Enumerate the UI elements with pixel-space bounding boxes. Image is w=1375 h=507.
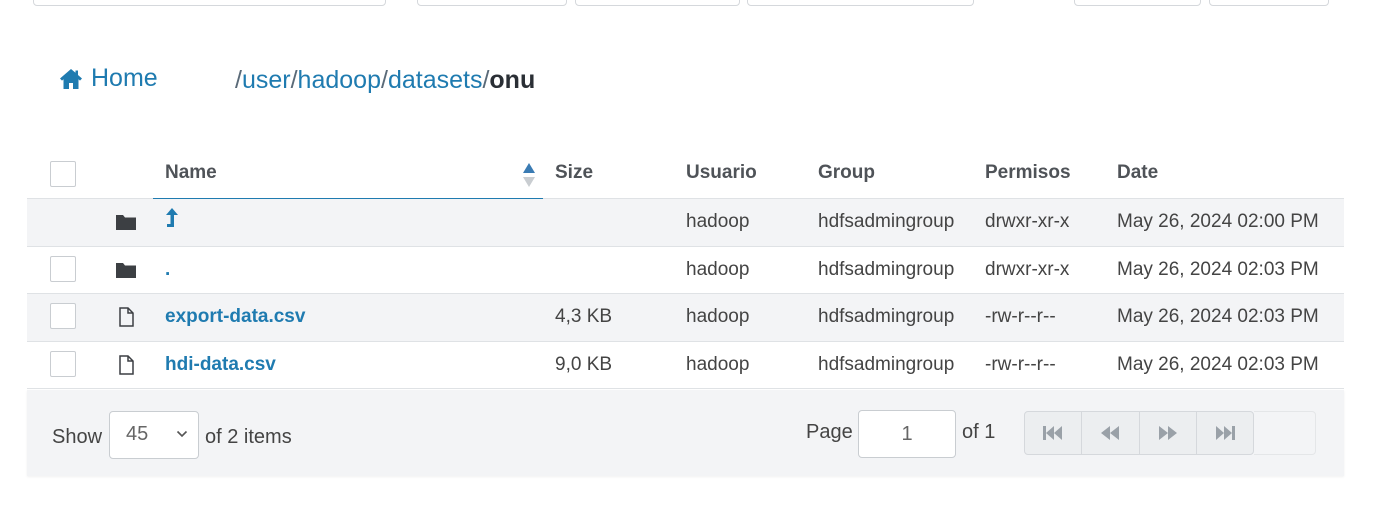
top-toolbar-button[interactable] [1074,0,1201,6]
select-all-checkbox[interactable] [50,161,76,187]
row-checkbox[interactable] [50,350,76,377]
last-page-button[interactable] [1197,412,1253,454]
first-page-icon [1043,426,1063,440]
page-number-input[interactable]: 1 [858,410,956,458]
column-header-size[interactable]: Size [555,162,593,184]
cell-permissions: drwxr-xr-x [985,211,1070,232]
table-header: Name Size Usuario Group Permisos Date [27,152,1344,200]
level-up-icon [166,208,178,227]
breadcrumb-separator: / [482,66,490,94]
previous-page-button[interactable] [1082,412,1140,454]
folder-icon [116,262,136,278]
breadcrumb: / user / hadoop / datasets / onu [235,66,535,95]
pager-buttons [1024,411,1254,455]
file-name-link[interactable]: hdi-data.csv [165,354,276,376]
breadcrumb-current: onu [489,66,536,94]
chevron-down-icon [176,430,188,438]
previous-page-icon [1101,426,1120,440]
cell-permissions: -rw-r--r-- [985,306,1056,327]
breadcrumb-segment-hadoop[interactable]: hadoop [298,66,381,95]
sort-ascending-icon[interactable] [521,162,537,188]
table-footer: Show 45 of 2 items Page 1 of 1 [27,390,1344,476]
table-row[interactable]: hadoop hdfsadmingroup drwxr-xr-x May 26,… [27,199,1344,247]
cell-size: 9,0 KB [555,353,613,375]
breadcrumb-separator: / [290,66,298,94]
table-row[interactable]: hdi-data.csv 9,0 KB hadoop hdfsadmingrou… [27,342,1344,389]
top-toolbar-button[interactable] [1209,0,1329,6]
last-page-icon [1215,426,1235,440]
cell-user: hadoop [686,258,750,280]
cell-user: hadoop [686,211,750,232]
next-page-icon [1158,426,1177,440]
table-row[interactable]: export-data.csv 4,3 KB hadoop hdfsadming… [27,294,1344,342]
breadcrumb-separator: / [380,66,388,94]
file-icon [119,307,134,327]
cell-group: hdfsadmingroup [818,353,955,375]
home-label: Home [91,64,158,92]
cell-date: May 26, 2024 02:03 PM [1117,306,1319,327]
top-search-box[interactable] [33,0,386,6]
column-header-permissions[interactable]: Permisos [985,162,1071,184]
column-header-group[interactable]: Group [818,162,875,184]
table-row[interactable]: . hadoop hdfsadmingroup drwxr-xr-x May 2… [27,247,1344,294]
parent-folder-link[interactable] [165,207,179,235]
cell-group: hdfsadmingroup [818,258,955,280]
page-size-select[interactable]: 45 [109,411,199,459]
next-page-button[interactable] [1140,412,1197,454]
cell-date: May 26, 2024 02:03 PM [1117,353,1319,375]
home-link[interactable]: Home [59,64,158,93]
breadcrumb-segment-datasets[interactable]: datasets [388,66,483,95]
cell-date: May 26, 2024 02:03 PM [1117,258,1319,280]
page-label: Page [806,421,853,443]
file-table: Name Size Usuario Group Permisos Date ha… [27,152,1344,389]
row-checkbox[interactable] [50,255,76,282]
first-page-button[interactable] [1025,412,1083,454]
breadcrumb-separator: / [235,66,242,94]
total-pages-label: of 1 [962,421,996,443]
file-icon [119,354,134,375]
cell-user: hadoop [686,353,750,375]
home-icon [60,68,82,89]
row-checkbox[interactable] [50,303,76,329]
breadcrumb-segment-user[interactable]: user [242,66,291,95]
cell-permissions: drwxr-xr-x [985,258,1070,280]
cell-group: hdfsadmingroup [818,306,955,327]
column-header-date[interactable]: Date [1117,162,1158,184]
cell-date: May 26, 2024 02:00 PM [1117,211,1319,232]
cell-size: 4,3 KB [555,306,613,327]
top-toolbar-button[interactable] [417,0,567,6]
file-name-link[interactable]: export-data.csv [165,306,305,328]
column-header-user[interactable]: Usuario [686,162,757,184]
show-label: Show [52,426,103,448]
pager-extension [1254,411,1316,455]
cell-user: hadoop [686,306,750,327]
top-toolbar-button[interactable] [747,0,974,6]
column-header-name[interactable]: Name [165,162,217,184]
folder-icon [116,215,136,230]
file-name-link[interactable]: . [165,259,170,281]
cell-group: hdfsadmingroup [818,211,955,232]
page-size-value: 45 [126,423,149,445]
items-count-label: of 2 items [205,426,292,448]
cell-permissions: -rw-r--r-- [985,353,1056,375]
top-toolbar-button[interactable] [575,0,740,6]
